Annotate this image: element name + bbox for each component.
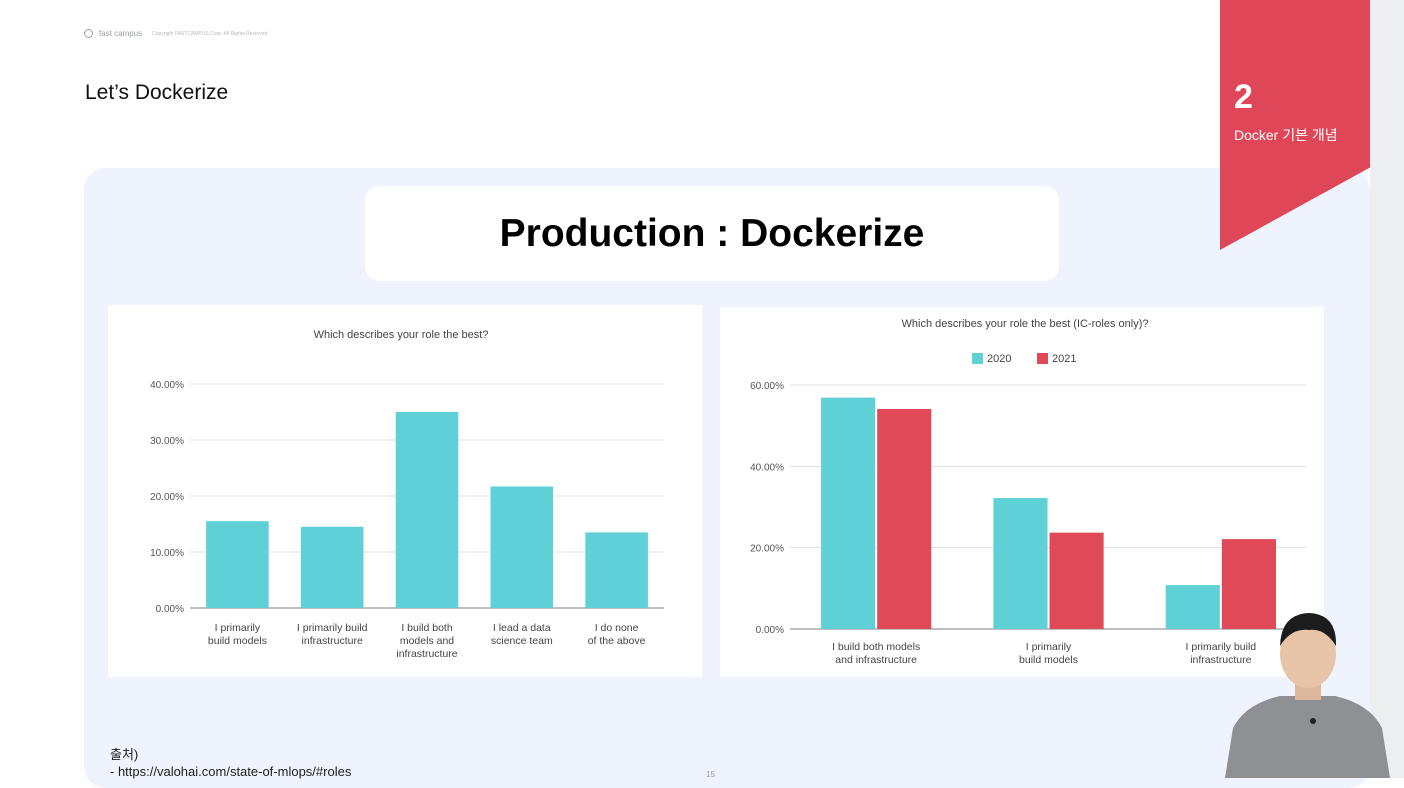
bar-2020-1 [993, 498, 1048, 629]
y-tick-label: 0.00% [156, 604, 184, 615]
y-tick-label: 40.00% [150, 380, 184, 391]
bar-2021-0 [877, 408, 932, 629]
y-tick-label: 60.00% [750, 381, 784, 392]
y-tick-label: 40.00% [750, 462, 784, 473]
category-label-line: models and [400, 635, 454, 647]
y-tick-label: 0.00% [756, 625, 784, 636]
category-label-line: science team [491, 635, 553, 647]
chart-role-best: Which describes your role the best? 0.00%… [150, 329, 664, 660]
bar-2020-0 [821, 397, 876, 629]
bar-2020-2 [1165, 585, 1220, 629]
y-tick-label: 20.00% [150, 492, 184, 503]
bar-2021-1 [1049, 532, 1104, 629]
legend-label-2020: 2020 [987, 353, 1011, 365]
category-label-line: I lead a data [493, 622, 551, 634]
main-title: Production : Dockerize [499, 211, 925, 255]
category-label: I primarily build models [208, 622, 267, 647]
category-label-line: of the above [588, 635, 646, 647]
source-url[interactable]: - https://valohai.com/state-of-mlops/#ro… [110, 763, 351, 780]
category-label-line: and infrastructure [835, 654, 917, 666]
category-label: I lead a data science team [491, 622, 553, 647]
category-label: I primarily build infrastructure [297, 622, 368, 647]
category-label-line: I primarily build [297, 622, 368, 634]
category-label-line: I do none [595, 622, 639, 634]
bar-series-3 [490, 486, 554, 608]
chart-title: Which describes your role the best? [314, 329, 489, 341]
legend-swatch-2021 [1037, 353, 1048, 364]
legend-swatch-2020 [972, 353, 983, 364]
chart-title: Which describes your role the best (IC-r… [902, 318, 1149, 330]
category-label-line: build models [208, 635, 267, 647]
section-number: 2 [1234, 78, 1253, 116]
y-tick-label: 20.00% [750, 544, 784, 555]
microphone-icon [1310, 718, 1316, 724]
section-subtitle: Docker 기본 개념 [1234, 127, 1338, 143]
source-citation: 출처) - https://valohai.com/state-of-mlops… [110, 746, 351, 780]
presenter-video [1225, 613, 1390, 778]
category-label: I build both models and infrastructure [396, 622, 457, 660]
category-label-line: I build both models [832, 641, 920, 653]
category-label: I do none of the above [588, 622, 646, 647]
main-title-box: Production : Dockerize [365, 186, 1059, 281]
category-label: I primarily build models [1019, 641, 1078, 666]
brand-bar: fast campus Copyright FASTCAMPUS Corp. A… [84, 29, 267, 38]
copyright-text: Copyright FASTCAMPUS Corp. All Rights Re… [152, 30, 268, 37]
y-tick-label: 10.00% [150, 548, 184, 559]
y-tick-label: 30.00% [150, 436, 184, 447]
bar-series-2 [395, 412, 459, 608]
category-label-line: build models [1019, 654, 1078, 666]
bar-series-1 [300, 526, 364, 608]
chart-left-card: Which describes your role the best? 0.00%… [108, 305, 702, 677]
category-label-line: I build both [401, 622, 453, 634]
slide-title: Let’s Dockerize [85, 81, 229, 104]
brand-name: fast campus [99, 29, 143, 38]
presenter-body [1225, 696, 1390, 778]
category-label-line: infrastructure [396, 648, 457, 660]
bar-series-4 [585, 532, 648, 608]
category-label: I build both models and infrastructure [832, 641, 920, 666]
category-label-line: I primarily [1026, 641, 1072, 653]
legend-label-2021: 2021 [1052, 353, 1076, 365]
source-label: 출처) [110, 747, 139, 762]
bar-series-0 [206, 521, 269, 608]
category-label-line: I primarily [215, 622, 261, 634]
category-label-line: infrastructure [302, 635, 363, 647]
brand-logo-icon [84, 29, 93, 38]
